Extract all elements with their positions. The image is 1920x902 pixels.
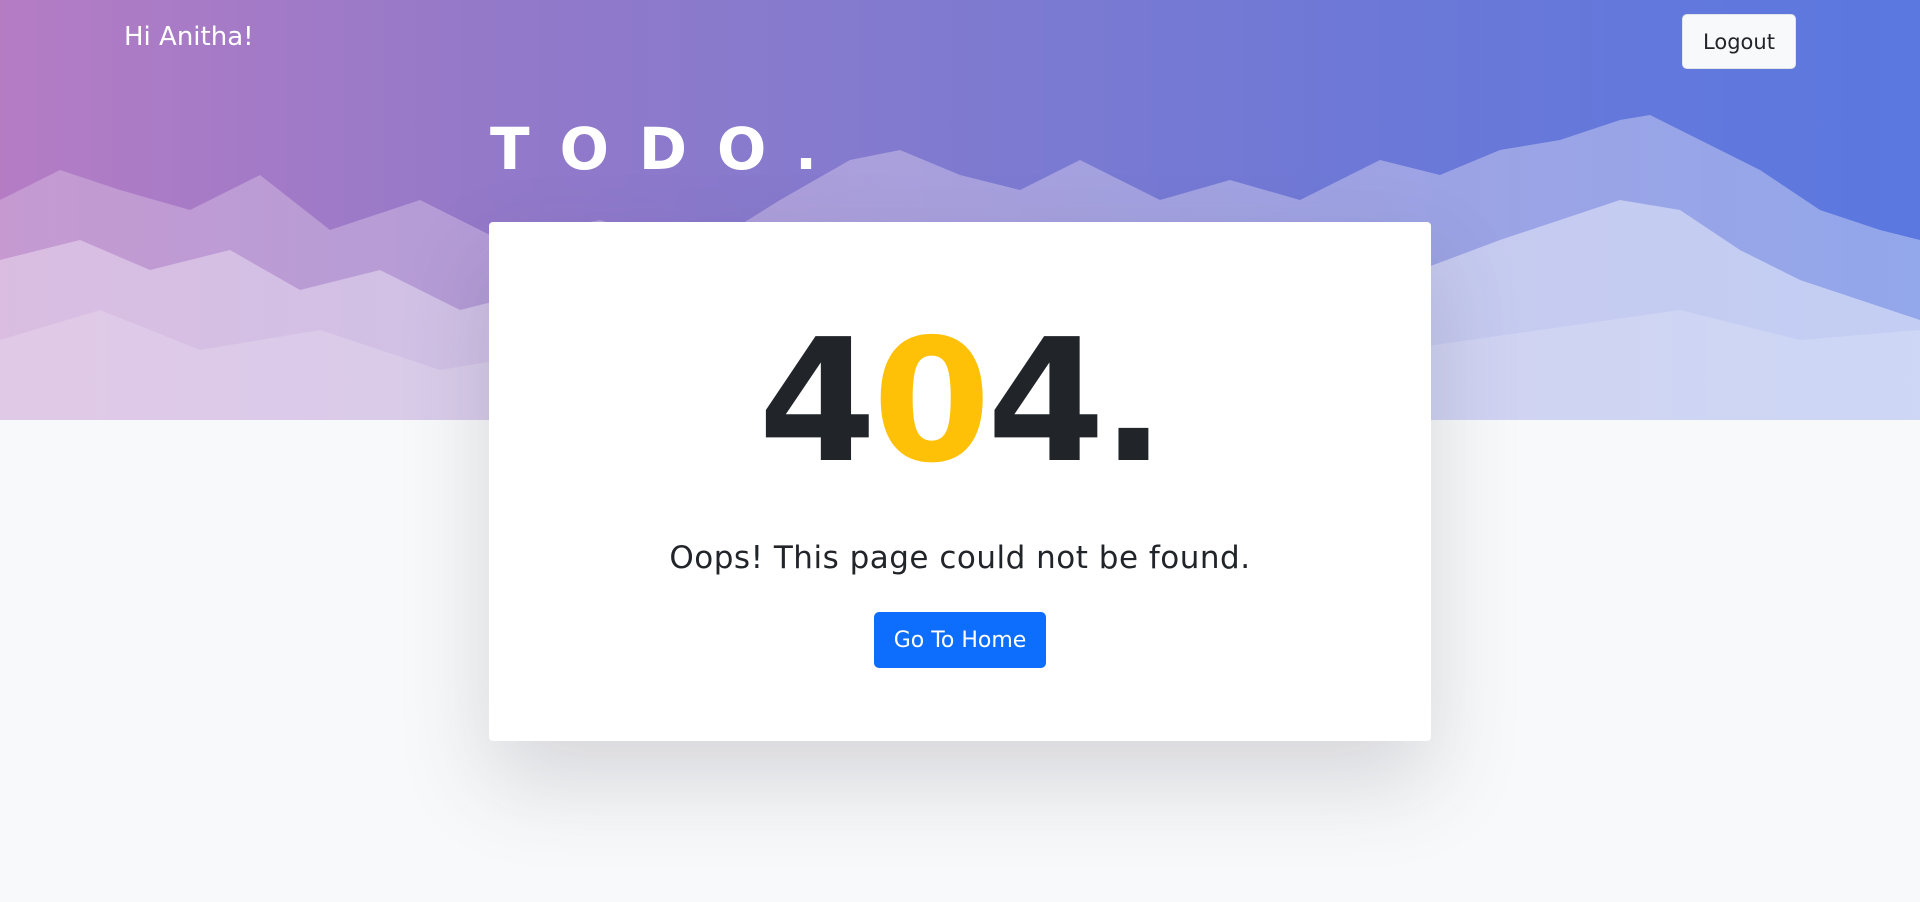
logout-button[interactable]: Logout (1682, 14, 1796, 69)
brand-logo: TODO. (490, 115, 848, 183)
error-code: 404. (489, 302, 1431, 502)
error-code-digit-1: 4 (758, 303, 876, 501)
error-message: Oops! This page could not be found. (669, 540, 1251, 576)
go-to-home-button[interactable]: Go To Home (874, 612, 1046, 668)
error-code-digit-3: 4 (986, 303, 1105, 501)
error-card: 404. Oops! This page could not be found.… (489, 222, 1431, 741)
error-code-dot: . (1101, 303, 1166, 501)
error-code-digit-2: 0 (872, 303, 991, 501)
user-greeting: Hi Anitha! (124, 22, 254, 52)
